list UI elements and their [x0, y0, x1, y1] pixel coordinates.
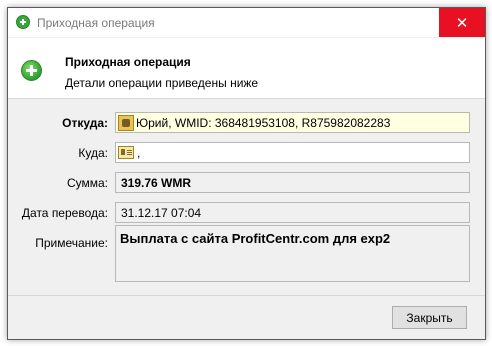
amount-value: 319.76 WMR	[121, 175, 192, 190]
dialog-header: Приходная операция Детали операции приве…	[8, 38, 485, 99]
note-value: Выплата с сайта ProfitCentr.com для exp2	[120, 231, 391, 246]
note-label: Примечание:	[35, 236, 108, 250]
date-value: 31.12.17 07:04	[121, 205, 202, 220]
amount-field[interactable]: 319.76 WMR	[115, 172, 470, 193]
window-title: Приходная операция	[37, 16, 155, 30]
from-label: Откуда:	[62, 116, 108, 130]
dialog-footer: Закрыть	[8, 295, 485, 339]
note-field[interactable]: Выплата с сайта ProfitCentr.com для exp2	[115, 225, 470, 282]
date-label: Дата перевода:	[21, 206, 108, 220]
window-close-button[interactable]: ✕	[439, 8, 485, 37]
to-label: Куда:	[78, 146, 108, 160]
plus-circle-icon	[16, 15, 30, 29]
from-value: Юрий, WMID: 368481953108, R875982082283	[136, 115, 391, 130]
contact-card-icon	[118, 146, 134, 159]
header-subtitle: Детали операции приведены ниже	[65, 76, 259, 90]
close-button[interactable]: Закрыть	[392, 306, 467, 329]
operation-dialog: Приходная операция ✕ Приходная операция …	[7, 7, 486, 340]
title-bar[interactable]: Приходная операция ✕	[8, 8, 485, 37]
to-value: ,	[137, 145, 141, 160]
wallet-icon	[118, 114, 134, 131]
amount-label: Сумма:	[66, 176, 108, 190]
plus-circle-icon	[21, 60, 42, 81]
from-field[interactable]: Юрий, WMID: 368481953108, R875982082283	[115, 112, 470, 133]
date-field[interactable]: 31.12.17 07:04	[115, 202, 470, 223]
close-icon: ✕	[455, 13, 469, 32]
to-field[interactable]: ,	[115, 142, 470, 163]
header-title: Приходная операция	[65, 55, 191, 69]
